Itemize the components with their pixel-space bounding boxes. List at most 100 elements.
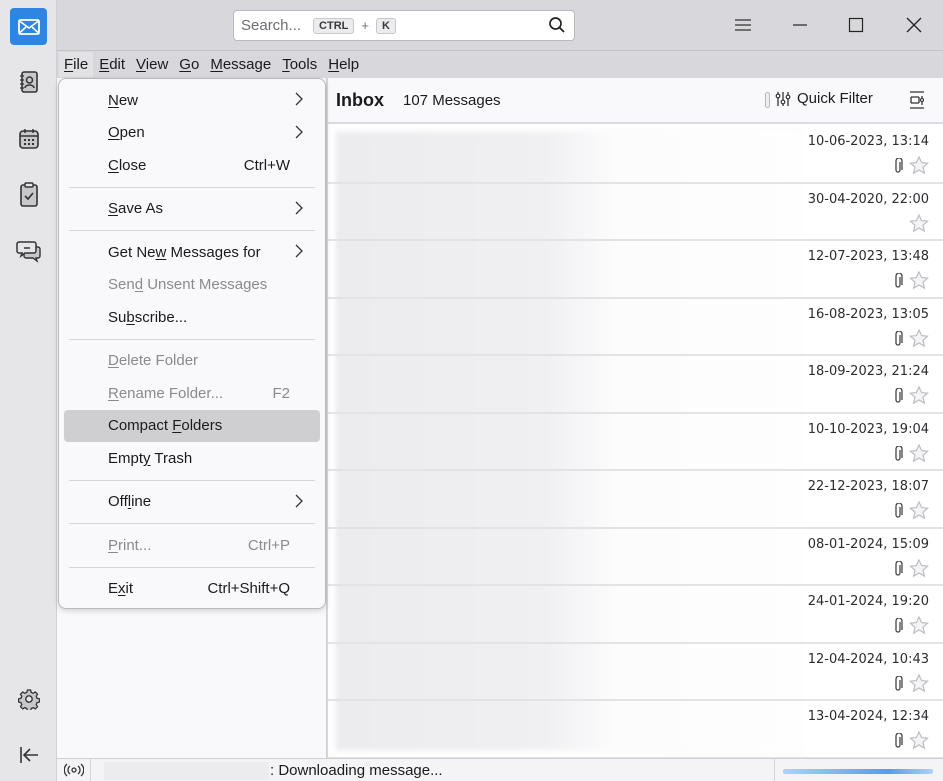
menu-separator bbox=[69, 230, 315, 231]
star-icon[interactable] bbox=[908, 673, 930, 696]
access-key: E bbox=[99, 56, 110, 73]
chat-space-button[interactable] bbox=[10, 232, 47, 269]
message-row[interactable]: 18-09-2023, 21:24 bbox=[328, 356, 943, 414]
paperclip-icon bbox=[893, 674, 903, 695]
file-menu-item-delete-folder: Delete Folder bbox=[64, 345, 320, 378]
star-icon[interactable] bbox=[908, 615, 930, 638]
search-icon[interactable] bbox=[548, 16, 566, 37]
message-row[interactable]: 16-08-2023, 13:05 bbox=[328, 298, 943, 356]
minimize-icon bbox=[793, 24, 807, 26]
maximize-button[interactable] bbox=[843, 12, 869, 38]
message-list: 10-06-2023, 13:14 30-04-2020, 22:00 12-07-… bbox=[328, 126, 943, 759]
keyboard-shortcut: Ctrl+W bbox=[243, 156, 290, 174]
label-suffix: pen bbox=[119, 124, 145, 142]
online-status-button[interactable] bbox=[57, 759, 91, 781]
label-suffix: lose bbox=[118, 156, 147, 174]
access-key: S bbox=[108, 200, 119, 218]
menu-help[interactable]: Help bbox=[323, 52, 364, 77]
access-key: b bbox=[126, 308, 135, 326]
message-row[interactable]: 30-04-2020, 22:00 bbox=[328, 183, 943, 241]
quick-filter-label: Quick Filter bbox=[797, 90, 873, 107]
menu-item-label: Subscribe... bbox=[108, 309, 187, 326]
label-suffix: ew bbox=[118, 91, 139, 109]
menu-go[interactable]: Go bbox=[174, 52, 204, 77]
file-menu-item-subscribe[interactable]: Subscribe... bbox=[64, 301, 320, 334]
file-menu-item-exit[interactable]: Exit Ctrl+Shift+Q bbox=[64, 573, 320, 606]
file-menu-item-compact-folders[interactable]: Compact Folders bbox=[64, 409, 320, 442]
message-date: 22-12-2023, 18:07 bbox=[807, 479, 929, 494]
menu-file[interactable]: File bbox=[59, 52, 94, 77]
star-icon[interactable] bbox=[908, 558, 930, 581]
thread-view-options-button[interactable] bbox=[909, 91, 925, 112]
tasks-space-button[interactable] bbox=[10, 176, 47, 213]
menu-item-label: Exit bbox=[108, 580, 133, 597]
star-icon[interactable] bbox=[908, 328, 930, 351]
star-icon[interactable] bbox=[908, 443, 930, 466]
quick-filter-toggle[interactable] bbox=[765, 92, 770, 108]
search-placeholder: Search... bbox=[241, 17, 302, 34]
message-date: 30-04-2020, 22:00 bbox=[807, 191, 929, 207]
label-suffix: it bbox=[125, 580, 134, 598]
file-menu-item-send-unsent-messages: Send Unsent Messages bbox=[64, 269, 320, 302]
thread-pane: Inbox 107 Messages Quick Filter 10-06-20… bbox=[328, 78, 943, 759]
menu-message[interactable]: Message bbox=[205, 52, 276, 77]
status-bar: : Downloading message... bbox=[57, 758, 943, 781]
label-suffix: olders bbox=[181, 417, 223, 435]
message-row[interactable]: 22-12-2023, 18:07 bbox=[328, 471, 943, 529]
label-suffix: Trash bbox=[150, 449, 193, 467]
message-row[interactable]: 10-06-2023, 13:14 bbox=[328, 126, 943, 184]
star-icon[interactable] bbox=[908, 270, 930, 293]
calendar-space-button[interactable] bbox=[10, 120, 47, 157]
menu-tools[interactable]: Tools bbox=[277, 52, 322, 77]
file-menu-item-empty-trash[interactable]: Empty Trash bbox=[64, 442, 320, 475]
app-menu-button[interactable] bbox=[730, 12, 756, 38]
star-icon[interactable] bbox=[908, 730, 930, 753]
star-icon[interactable] bbox=[908, 385, 930, 408]
quick-filter-button[interactable]: Quick Filter bbox=[775, 90, 873, 107]
star-icon[interactable] bbox=[908, 213, 930, 236]
minimize-button[interactable] bbox=[787, 12, 813, 38]
close-window-button[interactable] bbox=[901, 12, 927, 38]
settings-button[interactable] bbox=[10, 680, 47, 717]
mail-space-button[interactable] bbox=[10, 8, 47, 45]
message-row[interactable]: 10-10-2023, 19:04 bbox=[328, 413, 943, 471]
message-date: 10-06-2023, 13:14 bbox=[807, 134, 929, 149]
message-row[interactable]: 12-04-2024, 10:43 bbox=[328, 643, 943, 701]
message-row[interactable]: 12-07-2023, 13:48 bbox=[328, 241, 943, 299]
menu-label-rest: dit bbox=[109, 56, 126, 73]
message-date: 24-01-2024, 19:20 bbox=[807, 594, 929, 609]
address-book-space-button[interactable] bbox=[10, 63, 47, 100]
collapse-spaces-button[interactable] bbox=[10, 736, 47, 773]
star-icon[interactable] bbox=[908, 500, 930, 523]
menu-view[interactable]: View bbox=[131, 52, 173, 77]
menu-edit[interactable]: Edit bbox=[94, 52, 130, 77]
online-signal-icon bbox=[63, 763, 84, 777]
global-search-input[interactable]: Search... CTRL + K bbox=[233, 10, 575, 41]
menu-label-rest: ile bbox=[73, 56, 89, 73]
menu-separator bbox=[69, 566, 315, 568]
file-menu-item-get-new-messages-for[interactable]: Get New Messages for bbox=[64, 236, 320, 269]
label-prefix: Off bbox=[108, 493, 128, 511]
chevron-right-icon bbox=[294, 244, 304, 262]
access-key: M bbox=[210, 56, 223, 73]
status-text: : Downloading message... bbox=[270, 762, 443, 779]
access-key: D bbox=[108, 352, 119, 370]
paperclip-icon bbox=[893, 329, 903, 350]
file-menu-item-close[interactable]: Close Ctrl+W bbox=[64, 149, 320, 182]
label-prefix: E bbox=[108, 580, 119, 598]
file-menu-item-open[interactable]: Open bbox=[64, 117, 320, 150]
message-date: 12-07-2023, 13:48 bbox=[807, 249, 929, 264]
message-row[interactable]: 24-01-2024, 19:20 bbox=[328, 586, 943, 644]
file-menu-item-new[interactable]: New bbox=[64, 84, 320, 117]
star-icon[interactable] bbox=[908, 155, 930, 178]
message-row[interactable]: 08-01-2024, 15:09 bbox=[328, 528, 943, 586]
access-key: w bbox=[155, 243, 167, 261]
file-menu-item-offline[interactable]: Offline bbox=[64, 486, 320, 519]
menu-label-rest: o bbox=[190, 56, 200, 73]
file-menu-item-save-as[interactable]: Save As bbox=[64, 193, 320, 226]
message-row[interactable]: 13-04-2024, 12:34 bbox=[328, 701, 943, 759]
title-bar: Search... CTRL + K bbox=[57, 0, 943, 51]
label-suffix: ine bbox=[131, 493, 152, 511]
calendar-icon bbox=[18, 128, 39, 149]
label-suffix: elete Folder bbox=[118, 352, 199, 370]
